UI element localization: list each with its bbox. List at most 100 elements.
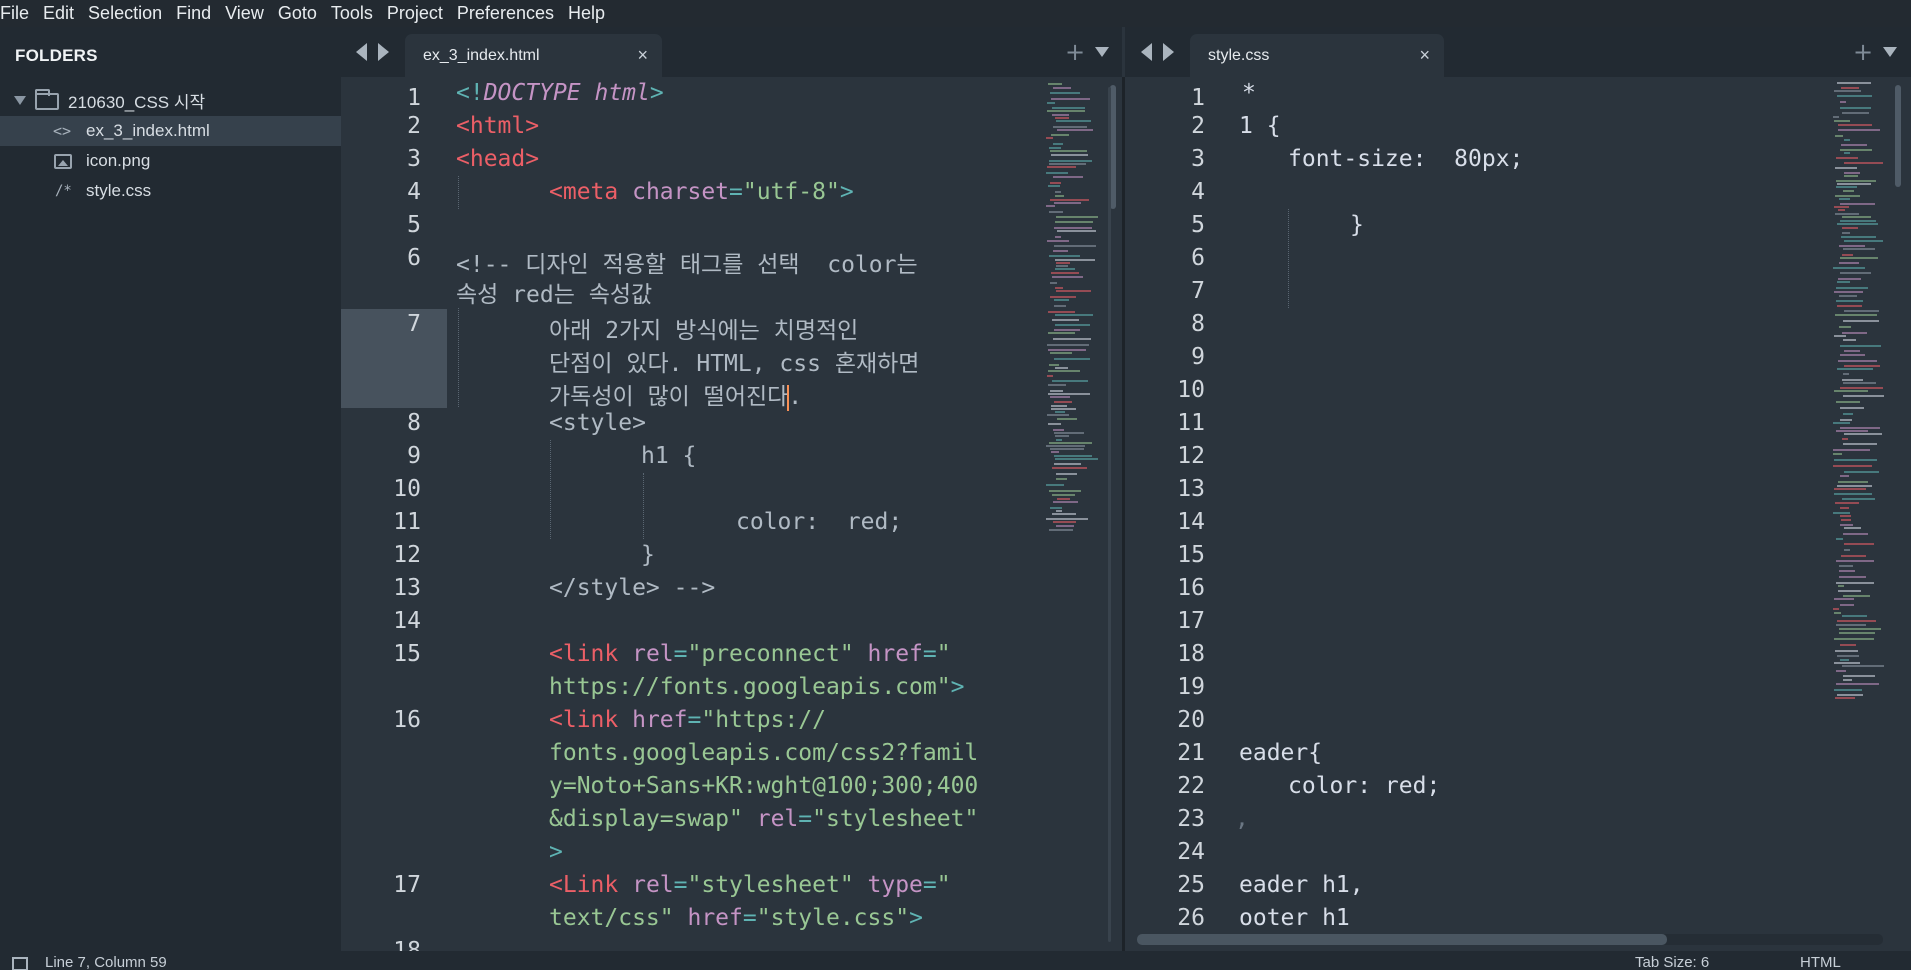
minimap-line [1050,182,1061,184]
minimap-line [1844,162,1883,164]
menu-help[interactable]: Help [561,3,612,24]
sidebar-file-style-css[interactable]: /* style.css [0,176,341,206]
minimap-line [1049,490,1081,492]
minimap-line [1839,262,1859,264]
tab-ex-3-index-html[interactable]: ex_3_index.html × [405,34,662,77]
code-line-6a: <!-- 디자인 적용할 태그를 선택 color는 [456,252,918,278]
tab-prev-icon[interactable] [356,43,367,61]
menu-project[interactable]: Project [380,3,450,24]
indent-guide [458,308,459,407]
minimap-line [1838,129,1880,131]
minimap-line [1054,299,1069,301]
minimap-line [1055,411,1065,413]
scroll-track [1108,87,1111,942]
left-editor[interactable]: 1 2 3 4 5 6 7 8 9 10 11 12 13 14 15 16 1… [341,77,1122,951]
minimap[interactable] [1833,77,1891,951]
menu-file[interactable]: File [0,3,36,24]
menu-view[interactable]: View [218,3,271,24]
indent-guide [458,176,459,209]
menu-find[interactable]: Find [169,3,218,24]
code-line-1: <!DOCTYPE html> [456,80,664,106]
tab-prev-icon[interactable] [1141,43,1152,61]
menu-preferences[interactable]: Preferences [450,3,561,24]
line-number: 15 [393,641,421,667]
minimap-line [1844,549,1850,551]
minimap-line [1054,305,1066,307]
minimap-line [1840,220,1876,222]
minimap-line [1839,245,1865,247]
minimap-line [1844,350,1860,352]
minimap-line [1837,368,1873,370]
minimap-line [1056,439,1062,441]
css-file-icon: /* [55,183,72,199]
code-line-3: font-size: 80px; [1288,146,1524,172]
sidebar-folder[interactable]: 210630_CSS 시작 [0,85,341,115]
minimap-line [1055,191,1061,193]
syntax-mode[interactable]: HTML [1800,954,1841,970]
minimap-line [1841,236,1876,238]
minimap-line [1837,95,1872,97]
minimap-line [1842,379,1863,381]
minimap-line [1839,576,1866,578]
code-line-4: <meta charset="utf-8"> [549,179,854,205]
minimap[interactable] [1046,77,1104,951]
menu-tools[interactable]: Tools [324,3,380,24]
close-icon[interactable]: × [637,45,648,66]
minimap-line [1047,414,1069,416]
minimap-line [1053,143,1063,145]
minimap-line [1834,120,1850,122]
minimap-line [1055,268,1075,270]
file-label: ex_3_index.html [86,121,210,140]
vertical-scrollbar[interactable] [1895,85,1901,187]
right-editor[interactable]: 1 2 3 4 5 6 7 8 9 10 11 12 13 14 15 16 1… [1125,77,1911,951]
code-line-1: * [1242,80,1256,106]
minimap-line [1834,598,1854,600]
plus-icon[interactable]: + [1853,38,1873,66]
plus-icon[interactable]: + [1065,38,1085,66]
minimap-line [1843,373,1849,375]
code-line-23: , [1235,806,1249,832]
minimap-line [1838,585,1844,587]
minimap-line [1046,518,1088,520]
minimap-line [1841,519,1851,521]
chevron-down-icon[interactable] [1095,47,1109,57]
tab-style-css[interactable]: style.css × [1190,34,1444,77]
sidebar-file-icon-png[interactable]: icon.png [0,146,341,176]
minimap-line [1056,216,1098,218]
minimap-line [1053,126,1087,128]
tab-size[interactable]: Tab Size: 6 [1635,954,1709,970]
minimap-line [1835,167,1857,169]
minimap-line [1049,163,1086,165]
minimap-line [1048,332,1075,334]
minimap-line [1054,227,1092,229]
code-line-13: </style> --> [549,575,716,601]
minimap-line [1836,401,1860,403]
tab-next-icon[interactable] [1163,43,1174,61]
panel-toggle-icon[interactable] [12,957,28,970]
minimap-line [1836,538,1843,540]
chevron-down-icon[interactable] [14,96,26,105]
minimap-line [1838,209,1845,211]
minimap-line [1843,679,1852,681]
minimap-line [1051,134,1069,136]
menu-selection[interactable]: Selection [81,3,169,24]
minimap-line [1049,529,1073,531]
code-line-16e: > [549,839,563,865]
close-icon[interactable]: × [1419,45,1430,66]
minimap-line [1837,694,1863,696]
minimap-line [1054,455,1092,457]
menu-edit[interactable]: Edit [36,3,81,24]
minimap-line [1835,135,1843,137]
minimap-line [1840,644,1856,646]
minimap-line [1054,401,1072,403]
sidebar-file-ex-3-index[interactable]: <> ex_3_index.html [0,116,341,146]
menu-goto[interactable]: Goto [271,3,324,24]
tab-next-icon[interactable] [378,43,389,61]
minimap-line [1052,107,1085,109]
minimap-line [1844,527,1861,529]
minimap-line [1053,501,1078,503]
horizontal-scrollbar[interactable] [1137,934,1667,945]
minimap-line [1834,689,1862,691]
minimap-line [1050,296,1076,298]
chevron-down-icon[interactable] [1883,47,1897,57]
